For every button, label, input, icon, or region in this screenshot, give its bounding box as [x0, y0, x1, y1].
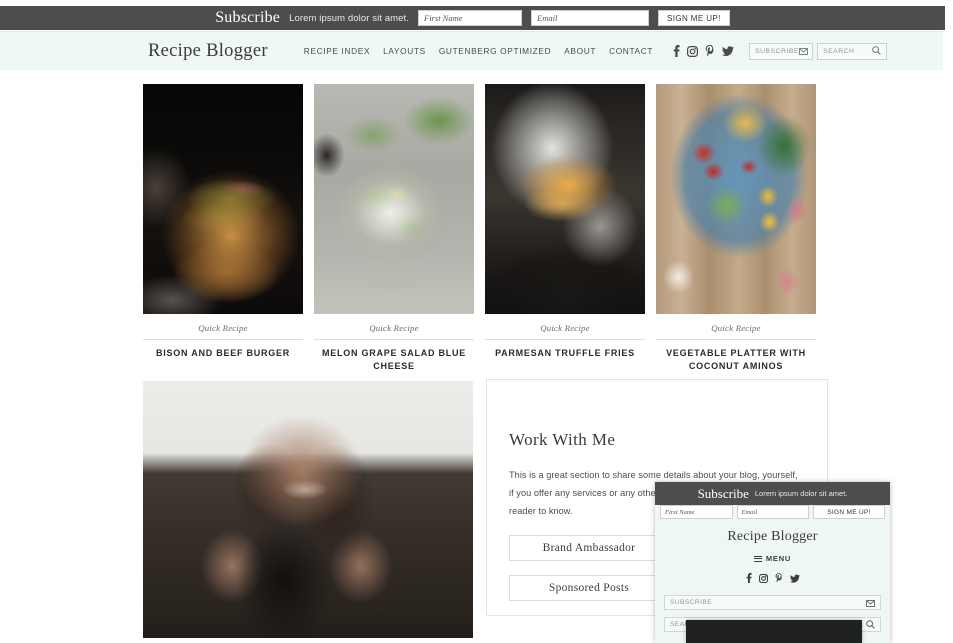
twitter-icon[interactable] — [789, 570, 800, 588]
twitter-icon[interactable] — [722, 46, 734, 56]
search-icon — [872, 42, 881, 60]
overlay-subscribe-tagline: Lorem ipsum dolor sit amet. — [754, 489, 848, 498]
subscribe-title: Subscribe — [215, 9, 281, 26]
envelope-icon — [798, 42, 808, 60]
hamburger-icon — [753, 555, 762, 562]
overlay-sign-me-up-button[interactable]: SIGN ME UP! — [813, 505, 885, 519]
instagram-icon[interactable] — [758, 570, 768, 588]
primary-nav: RECIPE INDEX LAYOUTS GUTENBERG OPTIMIZED… — [304, 46, 653, 56]
recipe-category[interactable]: Quick Recipe — [656, 323, 816, 340]
site-header: Recipe Blogger RECIPE INDEX LAYOUTS GUTE… — [0, 31, 943, 70]
nav-item-about[interactable]: ABOUT — [564, 46, 596, 56]
overlay-menu-label: MENU — [765, 554, 792, 563]
social-links — [673, 45, 734, 57]
brand-ambassador-button[interactable]: Brand Ambassador — [509, 534, 669, 561]
recipe-photo-parmesan-truffle-fries[interactable] — [485, 84, 645, 314]
overlay-subscribe-bar: Subscribe Lorem ipsum dolor sit amet. — [655, 482, 890, 505]
recipe-title[interactable]: PARMESAN TRUFFLE FRIES — [485, 347, 645, 360]
work-with-me-heading: Work With Me — [509, 430, 616, 449]
header-subscribe-label: SUBSCRIBE — [755, 47, 799, 55]
overlay-featured-image-block — [686, 620, 862, 643]
header-subscribe-widget[interactable]: SUBSCRIBE — [749, 42, 814, 60]
pinterest-icon[interactable] — [775, 570, 783, 588]
about-portrait-photo[interactable] — [143, 381, 473, 638]
recipe-category[interactable]: Quick Recipe — [485, 323, 645, 340]
overlay-site-brand[interactable]: Recipe Blogger — [655, 529, 890, 545]
overlay-subscribe-title: Subscribe — [697, 485, 749, 501]
mobile-preview-overlay[interactable]: Subscribe Lorem ipsum dolor sit amet. Fi… — [655, 482, 890, 643]
header-widgets: SUBSCRIBE SEARCH — [749, 42, 888, 60]
overlay-subscribe-label: SUBSCRIBE — [670, 599, 713, 606]
envelope-icon — [866, 594, 875, 612]
recipe-card[interactable]: Quick Recipe VEGETABLE PLATTER WITH COCO… — [656, 84, 816, 373]
overlay-social-links — [655, 570, 890, 588]
email-input[interactable]: Email — [531, 10, 650, 26]
top-subscribe-bar: Subscribe Lorem ipsum dolor sit amet. Fi… — [0, 6, 945, 30]
overlay-email-input[interactable]: Email — [736, 505, 809, 519]
recipe-card[interactable]: Quick Recipe BISON AND BEEF BURGER — [143, 84, 303, 373]
overlay-subscribe-form: First Name Email SIGN ME UP! — [660, 505, 885, 519]
nav-item-layouts[interactable]: LAYOUTS — [383, 46, 426, 56]
recipe-card-grid: Quick Recipe BISON AND BEEF BURGER Quick… — [143, 84, 816, 373]
recipe-photo-melon-grape-salad[interactable] — [314, 84, 474, 314]
overlay-subscribe-widget[interactable]: SUBSCRIBE — [664, 595, 881, 610]
nav-item-contact[interactable]: CONTACT — [609, 46, 653, 56]
recipe-title[interactable]: MELON GRAPE SALAD BLUE CHEESE — [314, 347, 474, 373]
recipe-title[interactable]: BISON AND BEEF BURGER — [143, 347, 303, 360]
overlay-first-name-input[interactable]: First Name — [660, 505, 733, 519]
recipe-category[interactable]: Quick Recipe — [143, 323, 303, 340]
header-search-widget[interactable]: SEARCH — [817, 42, 888, 60]
search-icon — [866, 616, 875, 634]
sponsored-posts-button[interactable]: Sponsored Posts — [509, 574, 669, 601]
site-brand[interactable]: Recipe Blogger — [148, 41, 268, 62]
pinterest-icon[interactable] — [705, 45, 715, 57]
instagram-icon[interactable] — [687, 45, 699, 57]
sign-me-up-button[interactable]: SIGN ME UP! — [658, 10, 730, 26]
first-name-input[interactable]: First Name — [418, 10, 523, 26]
recipe-card[interactable]: Quick Recipe PARMESAN TRUFFLE FRIES — [485, 84, 645, 373]
overlay-menu-toggle[interactable]: MENU — [655, 554, 890, 563]
recipe-photo-bison-and-beef-burger[interactable] — [143, 84, 303, 314]
nav-item-gutenberg-optimized[interactable]: GUTENBERG OPTIMIZED — [439, 46, 551, 56]
recipe-photo-vegetable-platter[interactable] — [656, 84, 816, 314]
recipe-category[interactable]: Quick Recipe — [314, 323, 474, 340]
facebook-icon[interactable] — [746, 570, 752, 588]
recipe-card[interactable]: Quick Recipe MELON GRAPE SALAD BLUE CHEE… — [314, 84, 474, 373]
nav-item-recipe-index[interactable]: RECIPE INDEX — [304, 46, 370, 56]
subscribe-tagline: Lorem ipsum dolor sit amet. — [289, 12, 410, 24]
header-search-label: SEARCH — [823, 47, 855, 55]
recipe-title[interactable]: VEGETABLE PLATTER WITH COCONUT AMINOS — [656, 347, 816, 373]
facebook-icon[interactable] — [673, 45, 680, 57]
